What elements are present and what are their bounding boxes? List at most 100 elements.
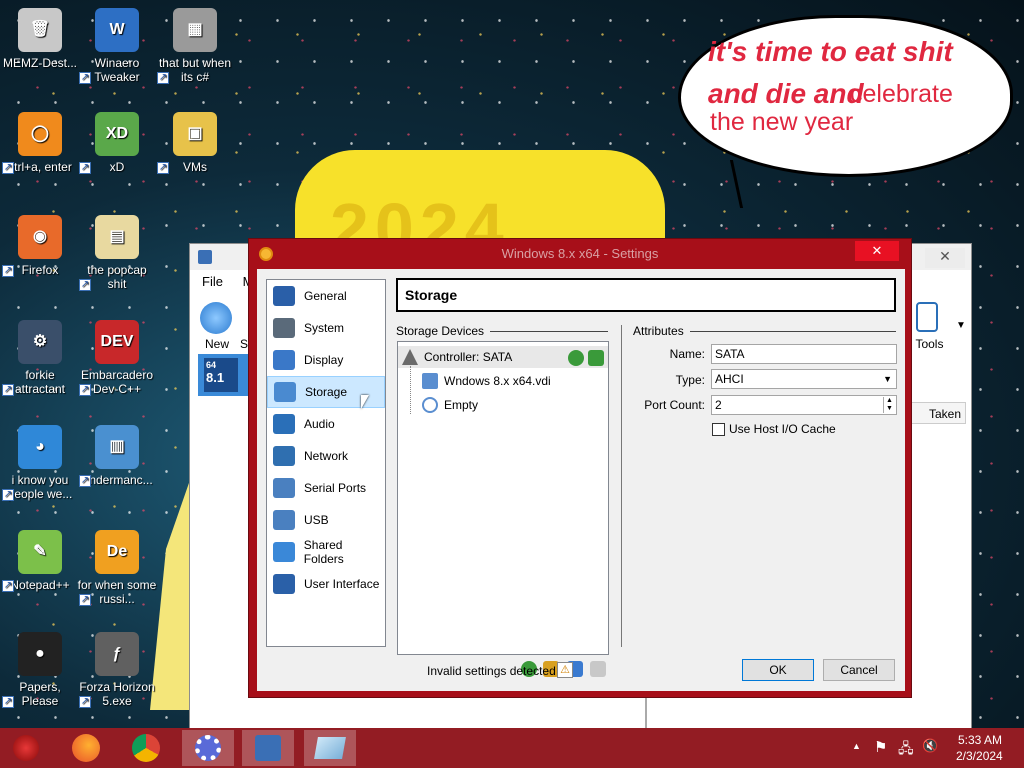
category-network[interactable]: Network bbox=[267, 440, 385, 472]
desktop-icon[interactable]: DEV ↗ Embarcadero Dev-C++ bbox=[77, 320, 157, 396]
category-user-interface[interactable]: User Interface bbox=[267, 568, 385, 600]
add-optical-drive-icon[interactable] bbox=[568, 350, 584, 366]
desktop-icon-image: ● bbox=[18, 632, 62, 676]
manager-close-button[interactable]: ✕ bbox=[925, 248, 965, 268]
spinner-arrows-icon[interactable]: ▲ ▼ bbox=[883, 397, 895, 413]
category-label: USB bbox=[304, 513, 329, 527]
category-display[interactable]: Display bbox=[267, 344, 385, 376]
start-button[interactable] bbox=[0, 730, 52, 766]
dialog-close-button[interactable]: ✕ bbox=[855, 241, 899, 261]
warning-icon[interactable]: ⚠ bbox=[557, 662, 573, 678]
invalid-settings-text: Invalid settings detected bbox=[427, 664, 556, 678]
category-label: Network bbox=[304, 449, 349, 463]
section-divider bbox=[490, 330, 608, 332]
taskbar-window[interactable] bbox=[304, 730, 356, 766]
category-audio[interactable]: Audio bbox=[267, 408, 385, 440]
vm-list-item[interactable]: 64 8.1 bbox=[198, 354, 250, 396]
optical-disc-icon bbox=[422, 397, 438, 413]
desktop-icon-image: W bbox=[95, 8, 139, 52]
desktop-icon[interactable]: De ↗ for when some russi... bbox=[77, 530, 157, 606]
new-vm-icon[interactable] bbox=[200, 302, 232, 334]
shortcut-arrow-icon: ↗ bbox=[157, 72, 169, 84]
shortcut-arrow-icon: ↗ bbox=[2, 162, 14, 174]
desktop-icon-image: ▣ bbox=[173, 112, 217, 156]
storage-tree[interactable]: Controller: SATA Wndows 8.x x64.vdi Empt… bbox=[397, 341, 609, 655]
taskbar-virtualbox[interactable] bbox=[242, 730, 294, 766]
system-icon bbox=[273, 318, 295, 338]
user-interface-icon bbox=[273, 574, 295, 594]
desktop-icon[interactable]: ✎ ↗ Notepad++ bbox=[0, 530, 80, 592]
tree-line bbox=[410, 366, 411, 414]
clock-date[interactable]: 2/3/2024 bbox=[956, 749, 1003, 763]
chrome-icon bbox=[132, 734, 160, 762]
desktop-icon[interactable]: ▤ ↗ the popcap shit bbox=[77, 215, 157, 291]
vertical-separator bbox=[621, 325, 622, 647]
port-count-spinbox[interactable]: 2 ▲ ▼ bbox=[711, 395, 897, 415]
desktop-icon[interactable]: ƒ ↗ Forza Horizon 5.exe bbox=[77, 632, 157, 708]
desktop-icon[interactable]: ▦ ↗ that but when its c# bbox=[155, 8, 235, 84]
desktop-icon[interactable]: ▣ ↗ VMs bbox=[155, 112, 235, 174]
name-input[interactable]: SATA bbox=[711, 344, 897, 364]
network-icon[interactable]: 🖧 bbox=[898, 738, 914, 762]
mouse-cursor bbox=[361, 395, 369, 409]
manager-menu: File M bbox=[202, 274, 253, 289]
category-list[interactable]: General System Display Storage Audio Network S… bbox=[266, 279, 386, 647]
desktop-icon-image: ⚙ bbox=[18, 320, 62, 364]
settings-dialog[interactable]: Windows 8.x x64 - Settings ✕ General Syst… bbox=[248, 238, 912, 698]
shortcut-arrow-icon: ↗ bbox=[2, 489, 14, 501]
desktop-icon-image: 🗑 bbox=[18, 8, 62, 52]
window-icon bbox=[314, 737, 346, 759]
shortcut-arrow-icon: ↗ bbox=[2, 580, 14, 592]
global-tools-icon[interactable] bbox=[916, 302, 938, 332]
serial-ports-icon bbox=[273, 478, 295, 498]
ok-button[interactable]: OK bbox=[742, 659, 814, 681]
category-general[interactable]: General bbox=[267, 280, 385, 312]
remove-attachment-icon[interactable] bbox=[590, 661, 606, 677]
desktop-icon[interactable]: XD ↗ xD bbox=[77, 112, 157, 174]
vm-os-badge-top: 64 bbox=[206, 360, 217, 370]
desktop-icon[interactable]: W ↗ Winaero Tweaker bbox=[77, 8, 157, 84]
new-vm-label[interactable]: New bbox=[205, 337, 229, 351]
storage-icon bbox=[274, 382, 296, 402]
desktop-icon[interactable]: ● ↗ Papers, Please bbox=[0, 632, 80, 708]
clock-time[interactable]: 5:33 AM bbox=[958, 733, 1002, 747]
host-io-cache-checkbox[interactable] bbox=[712, 423, 725, 436]
category-shared-folders[interactable]: Shared Folders bbox=[267, 536, 385, 568]
tray-overflow-icon[interactable]: ▲ bbox=[852, 741, 861, 751]
cancel-button[interactable]: Cancel bbox=[823, 659, 895, 681]
shortcut-arrow-icon: ↗ bbox=[79, 279, 91, 291]
desktop-icon[interactable]: ⚙ ↗ forkie attractant bbox=[0, 320, 80, 396]
tools-dropdown-icon[interactable]: ▼ bbox=[956, 320, 966, 331]
desktop-icon-image: ◯ bbox=[18, 112, 62, 156]
shortcut-arrow-icon: ↗ bbox=[2, 265, 14, 277]
desktop-icon[interactable]: ◯ ↗ ctrl+a, enter bbox=[0, 112, 80, 174]
tree-controller-sata[interactable]: Controller: SATA bbox=[402, 349, 512, 365]
host-io-cache-label[interactable]: Use Host I/O Cache bbox=[729, 422, 836, 436]
optical-label: Empty bbox=[444, 398, 479, 412]
snapshot-column-taken: Taken bbox=[910, 402, 966, 424]
hard-disk-icon bbox=[422, 373, 438, 389]
category-serial-ports[interactable]: Serial Ports bbox=[267, 472, 385, 504]
category-system[interactable]: System bbox=[267, 312, 385, 344]
menu-file[interactable]: File bbox=[202, 274, 223, 289]
attributes-section: Attributes bbox=[633, 324, 896, 338]
taskbar-firefox[interactable] bbox=[60, 730, 112, 766]
start-orb-icon bbox=[13, 735, 39, 761]
shortcut-arrow-icon: ↗ bbox=[79, 594, 91, 606]
type-select[interactable]: AHCI ▼ bbox=[711, 369, 897, 389]
tree-item-vdi[interactable]: Wndows 8.x x64.vdi bbox=[422, 373, 551, 389]
taskbar-settings[interactable] bbox=[182, 730, 234, 766]
taskbar-chrome[interactable] bbox=[120, 730, 172, 766]
category-usb[interactable]: USB bbox=[267, 504, 385, 536]
category-label: Storage bbox=[305, 385, 348, 399]
desktop-icon[interactable]: ▥ ↗ Endermanc... bbox=[77, 425, 157, 487]
flag-icon[interactable]: ⚑ bbox=[874, 738, 887, 756]
desktop-icon[interactable]: ◉ ↗ Firefox bbox=[0, 215, 80, 277]
tree-item-optical[interactable]: Empty bbox=[422, 397, 478, 413]
desktop-icon[interactable]: ◕ ↗ i know you people we... bbox=[0, 425, 80, 501]
desktop-icon[interactable]: 🗑 MEMZ-Dest... bbox=[0, 8, 80, 70]
desktop-icon-label: MEMZ-Dest... bbox=[3, 56, 77, 70]
volume-muted-icon[interactable]: 🔇 bbox=[922, 738, 938, 754]
add-hard-disk-icon[interactable] bbox=[588, 350, 604, 366]
gear-icon bbox=[195, 735, 221, 761]
